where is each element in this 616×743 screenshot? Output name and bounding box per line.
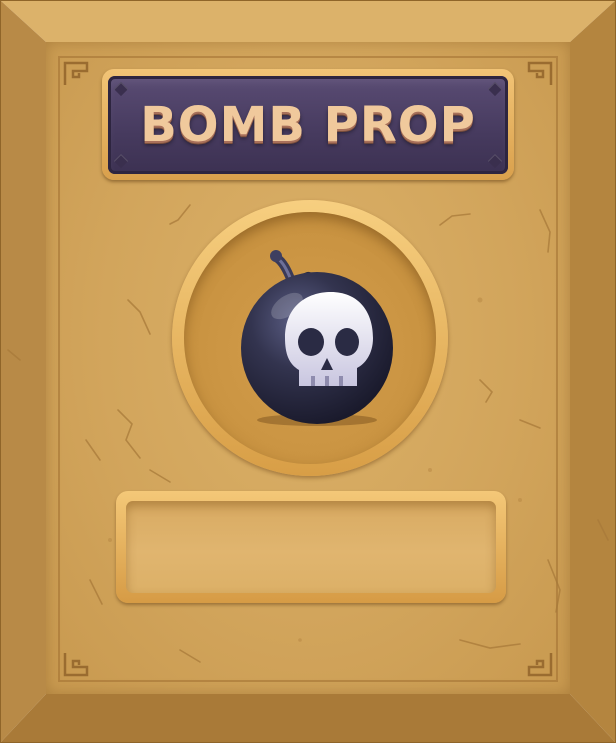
prop-card[interactable]: BOMB PROP: [0, 0, 616, 743]
corner-ornament-top-left: [63, 61, 89, 85]
corner-ornament-bottom-left: [63, 653, 89, 677]
card-title: BOMB PROP: [140, 97, 476, 153]
skull-bomb-icon: [241, 250, 393, 426]
corner-ornament-top-right: [527, 61, 553, 85]
corner-ornament-bottom-right: [527, 653, 553, 677]
description-panel: [126, 501, 496, 593]
